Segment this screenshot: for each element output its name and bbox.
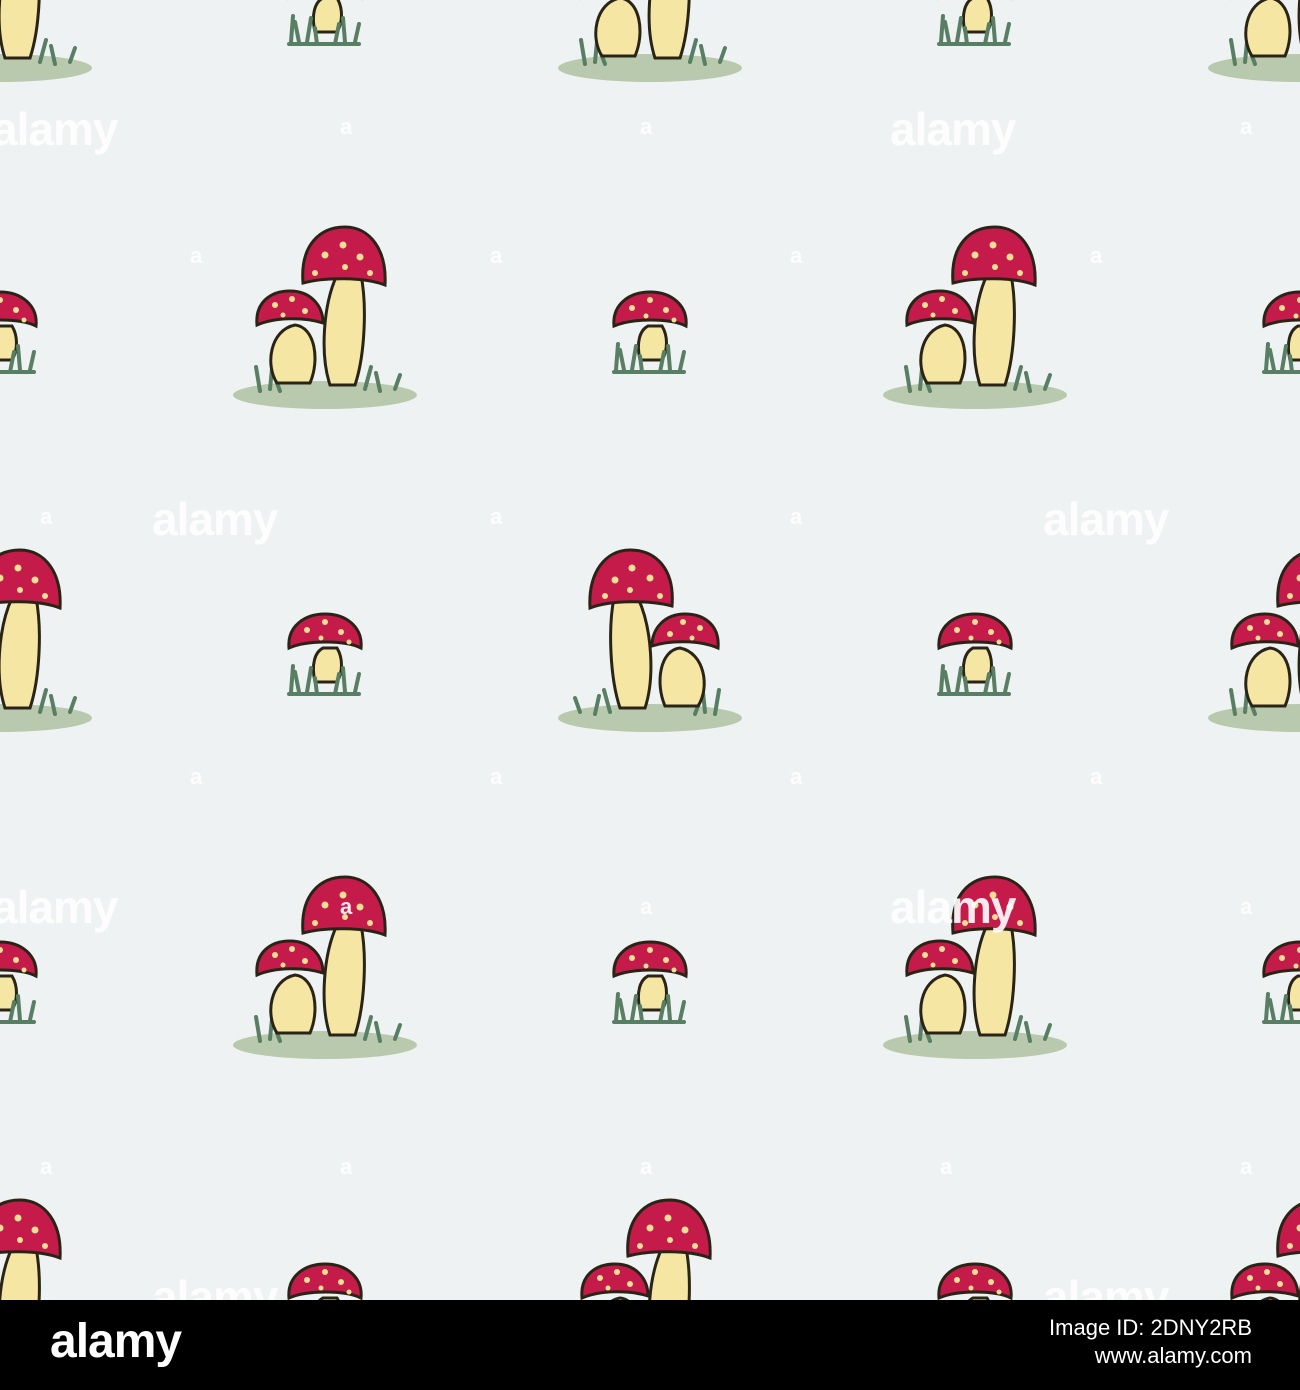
watermark-mark: a: [490, 504, 503, 529]
mushroom-single: [286, 0, 364, 46]
watermark-mark: a: [1240, 1154, 1253, 1179]
mushroom-single: [286, 1262, 364, 1300]
mushroom-cluster: [1206, 548, 1300, 734]
watermark-mark: a: [1090, 243, 1103, 268]
mushroom-cluster: [556, 1198, 744, 1300]
mushroom-cluster: [556, 548, 744, 734]
mushroom-single: [1261, 940, 1300, 1024]
watermark-mark: a: [640, 114, 653, 139]
watermark-mark: a: [1240, 114, 1253, 139]
watermark-mark: a: [190, 764, 203, 789]
watermark-mark: a: [40, 1154, 53, 1179]
watermark-mark: a: [1240, 894, 1253, 919]
watermark-mark: a: [790, 764, 803, 789]
mushroom-cluster: [1206, 0, 1300, 84]
mushroom-single: [0, 940, 39, 1024]
site-url: www.alamy.com: [1094, 1342, 1252, 1368]
footer-meta: Image ID: 2DNY2RB www.alamy.com: [1049, 1314, 1252, 1369]
watermark-mark: a: [190, 243, 203, 268]
watermark-mark: a: [940, 1154, 953, 1179]
watermark: alamy: [890, 103, 1016, 155]
watermark: alamy: [0, 881, 118, 933]
watermark: alamy: [152, 493, 278, 545]
mushroom-cluster: [0, 548, 94, 734]
footer-bar: alamy Image ID: 2DNY2RB www.alamy.com: [0, 1300, 1300, 1390]
mushroom-single: [936, 612, 1014, 696]
mushroom-cluster: [881, 225, 1069, 411]
mushroom-pattern: alamy alamy alamy alamy alamy alamy alam…: [0, 0, 1300, 1300]
watermark-mark: a: [640, 894, 653, 919]
mushroom-cluster: [231, 225, 419, 411]
watermark-mark: a: [1090, 764, 1103, 789]
mushroom-single: [1261, 290, 1300, 374]
mushroom-cluster: [556, 0, 744, 84]
mushroom-cluster: [231, 875, 419, 1061]
image-id-label: Image ID: 2DNY2RB: [1049, 1315, 1252, 1340]
mushroom-single: [286, 612, 364, 696]
mushroom-cluster: [1206, 1198, 1300, 1300]
watermark: alamy: [0, 103, 118, 155]
watermark-mark: a: [790, 243, 803, 268]
mushroom-single: [0, 290, 39, 374]
watermark: alamy: [152, 1271, 278, 1300]
watermark-mark: a: [790, 504, 803, 529]
mushroom-pattern-svg: [0, 0, 1300, 1300]
watermark-mark: a: [340, 894, 353, 919]
watermark: alamy: [890, 881, 1016, 933]
watermark-mark: a: [490, 243, 503, 268]
mushroom-cluster: [0, 0, 94, 84]
mushroom-single: [936, 0, 1014, 46]
watermark-mark: a: [640, 1154, 653, 1179]
watermark-mark: a: [340, 114, 353, 139]
mushroom-single: [611, 940, 689, 1024]
watermark-mark: a: [340, 1154, 353, 1179]
mushroom-single: [611, 290, 689, 374]
watermark-mark: a: [40, 504, 53, 529]
footer-logo: alamy: [50, 1315, 182, 1368]
watermark: alamy: [1043, 1271, 1169, 1300]
watermark: alamy: [1043, 493, 1169, 545]
mushroom-cluster: [0, 1198, 94, 1300]
watermark-mark: a: [490, 764, 503, 789]
mushroom-single: [936, 1262, 1014, 1300]
